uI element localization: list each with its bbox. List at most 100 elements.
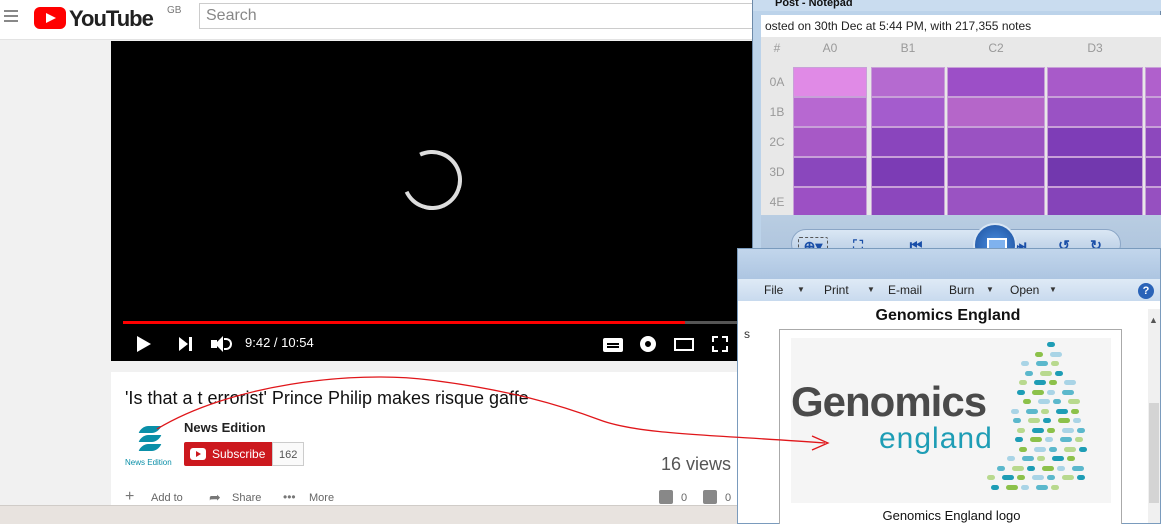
grid-cell — [793, 127, 867, 157]
logo-dot — [1022, 456, 1034, 461]
grid-cell — [871, 157, 945, 187]
logo-dot — [1036, 484, 1048, 490]
grid-cell — [1145, 157, 1161, 187]
logo-dot — [1019, 380, 1027, 385]
share-icon[interactable]: ➦ — [209, 489, 221, 506]
chevron-down-icon[interactable]: ▼ — [867, 285, 875, 294]
subtitles-icon[interactable] — [603, 338, 623, 352]
logo-dot — [1035, 351, 1043, 357]
more-button[interactable]: More — [309, 492, 334, 504]
grid-column-header: A0 — [822, 41, 838, 55]
menu-file[interactable]: File — [764, 283, 783, 297]
logo-dot — [1028, 418, 1040, 423]
logo-dot — [1049, 446, 1057, 452]
logo-dot — [1034, 380, 1046, 385]
view-count: 16 views — [661, 454, 732, 474]
side-text: s — [744, 327, 750, 341]
grid-row-header: 2C — [769, 135, 785, 149]
grid-column-header: # — [773, 41, 781, 55]
channel-name[interactable]: News Edition — [184, 420, 266, 435]
photo-viewer-menu: File ▼ Print ▼ E-mail Burn ▼ Open ▼ ? — [738, 279, 1160, 301]
grid-cell — [1145, 127, 1161, 157]
grid-cell — [871, 127, 945, 157]
menu-icon[interactable] — [4, 10, 18, 22]
logo-dot — [1064, 380, 1076, 385]
add-to-button[interactable]: Add to — [151, 492, 183, 504]
more-icon[interactable]: ••• — [283, 490, 296, 504]
notepad-window[interactable]: Post - Notepad osted on 30th Dec at 5:44… — [752, 0, 1161, 281]
scroll-up-icon[interactable]: ▲ — [1149, 315, 1158, 325]
progress-bar[interactable] — [123, 321, 754, 324]
photo-viewer-window[interactable]: File ▼ Print ▼ E-mail Burn ▼ Open ▼ ? s … — [737, 248, 1161, 524]
image-caption: Genomics England logo — [882, 508, 1021, 523]
logo-dot — [1067, 456, 1075, 461]
chevron-down-icon[interactable]: ▼ — [797, 285, 805, 294]
next-icon[interactable] — [179, 337, 193, 351]
logo-dot — [1017, 475, 1025, 480]
logo-dot — [1002, 475, 1014, 480]
menu-print[interactable]: Print — [824, 283, 849, 297]
scrollbar-thumb[interactable] — [1149, 403, 1159, 503]
grid-cell — [947, 187, 1045, 217]
thumbs-up-icon[interactable] — [659, 490, 673, 504]
menu-email[interactable]: E-mail — [888, 283, 922, 297]
logo-dot — [1052, 456, 1064, 461]
grid-cell — [1047, 67, 1143, 97]
photo-viewer-titlebar[interactable] — [738, 249, 1160, 279]
channel-logo-caption: News Edition — [125, 458, 172, 467]
grid-cell — [871, 97, 945, 127]
taskbar-strip — [0, 505, 740, 524]
logo-dot — [1053, 399, 1061, 404]
youtube-logo-text: YouTube — [69, 6, 154, 31]
search-input[interactable] — [200, 4, 758, 28]
video-player[interactable]: 9:42 / 10:54 — [111, 41, 754, 361]
volume-icon[interactable] — [211, 336, 233, 352]
chevron-down-icon[interactable]: ▼ — [986, 285, 994, 294]
logo-dot — [1055, 370, 1063, 376]
grid-cell — [1047, 157, 1143, 187]
logo-dot — [1056, 408, 1068, 414]
player-controls: 9:42 / 10:54 — [111, 329, 754, 359]
grid-cell — [947, 97, 1045, 127]
grid-cell — [793, 157, 867, 187]
logo-dot — [1064, 446, 1076, 452]
share-button[interactable]: Share — [232, 492, 261, 504]
logo-dot — [1043, 418, 1051, 423]
logo-word-genomics: Genomics — [791, 378, 987, 425]
progress-played — [123, 321, 685, 324]
menu-burn[interactable]: Burn — [949, 283, 974, 297]
logo-dot — [1038, 399, 1050, 404]
logo-dot — [1034, 446, 1046, 452]
menu-open[interactable]: Open — [1010, 283, 1039, 297]
chevron-down-icon[interactable]: ▼ — [1049, 285, 1057, 294]
logo-dot — [1071, 408, 1079, 414]
grid-row-header: 4E — [769, 195, 785, 209]
subscribe-button[interactable]: Subscribe — [184, 442, 276, 466]
logo-dot — [1079, 446, 1087, 452]
play-icon[interactable] — [137, 336, 151, 352]
search-box[interactable] — [199, 3, 759, 29]
logo-dot — [1007, 456, 1015, 461]
settings-gear-icon[interactable] — [640, 336, 656, 352]
grid-cell — [947, 157, 1045, 187]
theater-mode-icon[interactable] — [674, 338, 694, 351]
notepad-title: Post - Notepad — [775, 0, 853, 9]
logo-dot — [1042, 465, 1054, 471]
fullscreen-icon[interactable] — [712, 336, 728, 352]
logo-dot — [1030, 437, 1042, 442]
help-icon[interactable]: ? — [1138, 283, 1154, 299]
notepad-titlebar[interactable]: Post - Notepad — [753, 0, 1161, 11]
video-info: 'Is that a t errorist' Prince Philip mak… — [111, 372, 754, 512]
channel-logo[interactable]: News Edition — [125, 424, 175, 468]
thumbs-down-icon[interactable] — [703, 490, 717, 504]
notepad-subtitle: osted on 30th Dec at 5:44 PM, with 217,3… — [761, 15, 1161, 37]
region-code: GB — [167, 5, 182, 16]
add-icon[interactable]: + — [125, 488, 134, 506]
grid-cell — [1145, 187, 1161, 217]
scrollbar[interactable]: ▲ — [1148, 309, 1160, 523]
image-frame: Genomics england Genomics England logo — [779, 329, 1122, 524]
logo-dot — [1047, 427, 1055, 433]
logo-dot — [1077, 475, 1085, 480]
dislike-count: 0 — [725, 492, 732, 504]
color-grid: # A0 B1 C2 D3 0A 1B 2C 3D 4E — [761, 37, 1161, 217]
